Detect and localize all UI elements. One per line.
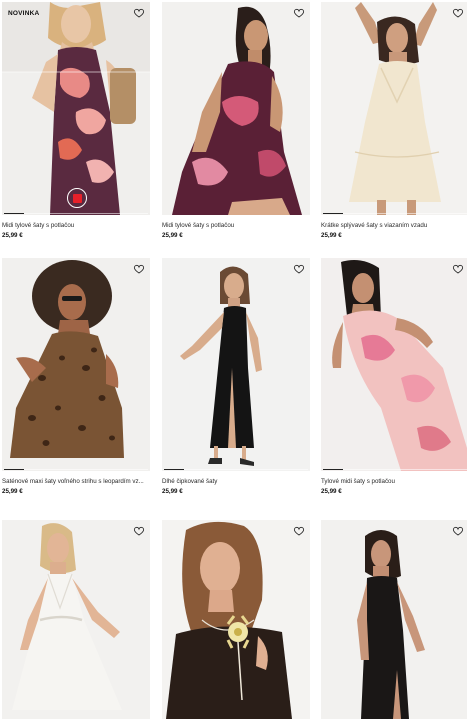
image-carousel-progress — [4, 468, 148, 470]
product-image[interactable] — [162, 2, 310, 215]
product-photo — [2, 520, 150, 719]
product-image[interactable]: NOVINKA — [2, 2, 150, 215]
product-card[interactable]: Dlhé čipkované šaty 25,99 € — [162, 258, 310, 496]
heart-outline-icon[interactable] — [452, 7, 464, 19]
image-carousel-progress — [164, 468, 308, 470]
image-carousel-progress — [4, 212, 148, 214]
heart-outline-icon[interactable] — [133, 7, 145, 19]
product-photo — [162, 520, 310, 719]
product-photo — [2, 258, 150, 471]
product-name[interactable]: Tylové midi šaty s potlačou — [321, 478, 467, 486]
progress-fill — [164, 468, 185, 470]
product-card[interactable] — [2, 520, 150, 719]
image-carousel-progress — [323, 212, 467, 214]
heart-outline-icon[interactable] — [452, 263, 464, 275]
product-price: 25,99 € — [2, 232, 23, 239]
heart-outline-icon[interactable] — [293, 525, 305, 537]
product-photo — [321, 2, 467, 215]
product-photo — [321, 520, 467, 719]
heart-outline-icon[interactable] — [133, 525, 145, 537]
heart-outline-icon[interactable] — [452, 525, 464, 537]
record-stop-button[interactable] — [67, 188, 87, 208]
new-badge: NOVINKA — [8, 10, 40, 17]
heart-outline-icon[interactable] — [133, 263, 145, 275]
product-card[interactable]: Saténové maxi šaty voľného strihu s leop… — [2, 258, 150, 496]
product-card[interactable]: Krátke splývavé šaty s viazaním vzadu 25… — [321, 2, 467, 240]
product-photo — [2, 2, 150, 215]
product-card[interactable]: NOVINKA Midi tylové šaty s potlačou 25,9… — [2, 2, 150, 240]
product-card[interactable] — [162, 520, 310, 719]
product-price: 25,99 € — [162, 232, 183, 239]
progress-fill — [323, 212, 344, 214]
product-name[interactable]: Krátke splývavé šaty s viazaním vzadu — [321, 222, 467, 230]
product-photo — [321, 258, 467, 471]
product-image[interactable] — [321, 258, 467, 471]
product-image[interactable] — [162, 520, 310, 719]
product-image[interactable] — [321, 520, 467, 719]
progress-fill — [4, 212, 25, 214]
product-image[interactable] — [2, 258, 150, 471]
product-price: 25,99 € — [321, 488, 342, 495]
product-price: 25,99 € — [162, 488, 183, 495]
product-card[interactable]: Midi tylové šaty s potlačou 25,99 € — [162, 2, 310, 240]
product-card[interactable]: Tylové midi šaty s potlačou 25,99 € — [321, 258, 467, 496]
product-photo — [162, 2, 310, 215]
progress-fill — [323, 468, 344, 470]
heart-outline-icon[interactable] — [293, 263, 305, 275]
product-image[interactable] — [321, 2, 467, 215]
product-photo — [162, 258, 310, 471]
product-name[interactable]: Dlhé čipkované šaty — [162, 478, 308, 486]
product-card[interactable] — [321, 520, 467, 719]
heart-outline-icon[interactable] — [293, 7, 305, 19]
product-grid: NOVINKA Midi tylové šaty s potlačou 25,9… — [0, 0, 467, 719]
record-stop-icon — [72, 193, 82, 203]
product-name[interactable]: Midi tylové šaty s potlačou — [162, 222, 308, 230]
product-name[interactable]: Saténové maxi šaty voľného strihu s leop… — [2, 478, 148, 486]
product-image[interactable] — [162, 258, 310, 471]
progress-fill — [4, 468, 25, 470]
product-price: 25,99 € — [321, 232, 342, 239]
image-carousel-progress — [323, 468, 467, 470]
product-price: 25,99 € — [2, 488, 23, 495]
product-image[interactable] — [2, 520, 150, 719]
product-name[interactable]: Midi tylové šaty s potlačou — [2, 222, 148, 230]
